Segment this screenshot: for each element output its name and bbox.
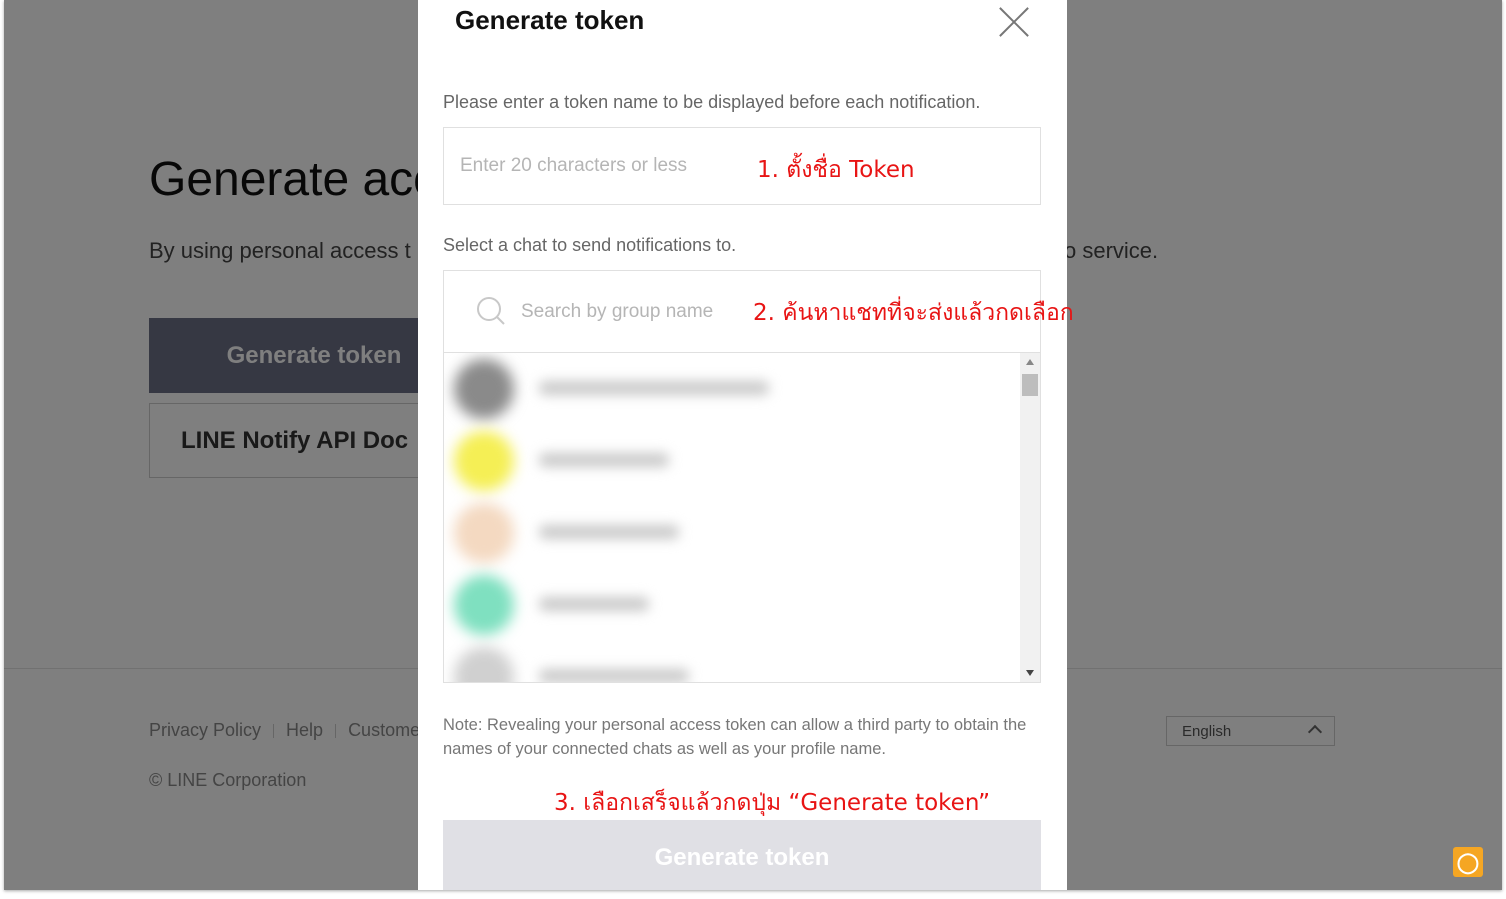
token-name-field-wrapper [443,127,1041,205]
browser-viewport: Generate acc By using personal access t … [4,0,1502,890]
chat-name-blurred [539,597,649,611]
chat-name-blurred [539,381,769,395]
token-name-input[interactable] [444,128,752,204]
annotation-step-3: 3. เลือกเสร็จแล้วกดปุ่ม “Generate token” [554,790,991,816]
dialog-generate-token-button[interactable]: Generate token [443,820,1041,890]
chat-name-blurred [539,525,679,539]
chat-name-blurred [539,669,689,682]
chat-avatar [454,647,514,682]
chat-select-label: Select a chat to send notifications to. [443,235,737,255]
scroll-down-icon[interactable] [1026,670,1034,676]
chat-list-blank-area [829,353,1020,682]
chat-list-scrollbar[interactable] [1020,353,1040,682]
scroll-up-icon[interactable] [1026,359,1034,365]
chat-avatar [454,359,514,419]
annotation-step-1: 1. ตั้งชื่อ Token [757,157,915,183]
chat-avatar [454,575,514,635]
chat-name-blurred [539,453,669,467]
chat-selector [443,270,1041,683]
close-icon[interactable] [998,6,1030,38]
scroll-thumb[interactable] [1022,374,1038,396]
privacy-note: Note: Revealing your personal access tok… [443,716,1027,758]
chat-list [444,353,1020,682]
annotation-step-2: 2. ค้นหาแชทที่จะส่งแล้วกดเลือก [753,300,1074,326]
dialog-title: Generate token [455,5,645,35]
token-name-instruction: Please enter a token name to be displaye… [443,92,981,112]
chat-avatar [454,431,514,491]
group-search-input[interactable] [519,293,783,331]
generate-token-dialog: Generate token Please enter a token name… [418,0,1074,890]
search-icon [477,297,505,325]
watermark-logo: ◯ [1453,847,1483,877]
chat-avatar [454,503,514,563]
